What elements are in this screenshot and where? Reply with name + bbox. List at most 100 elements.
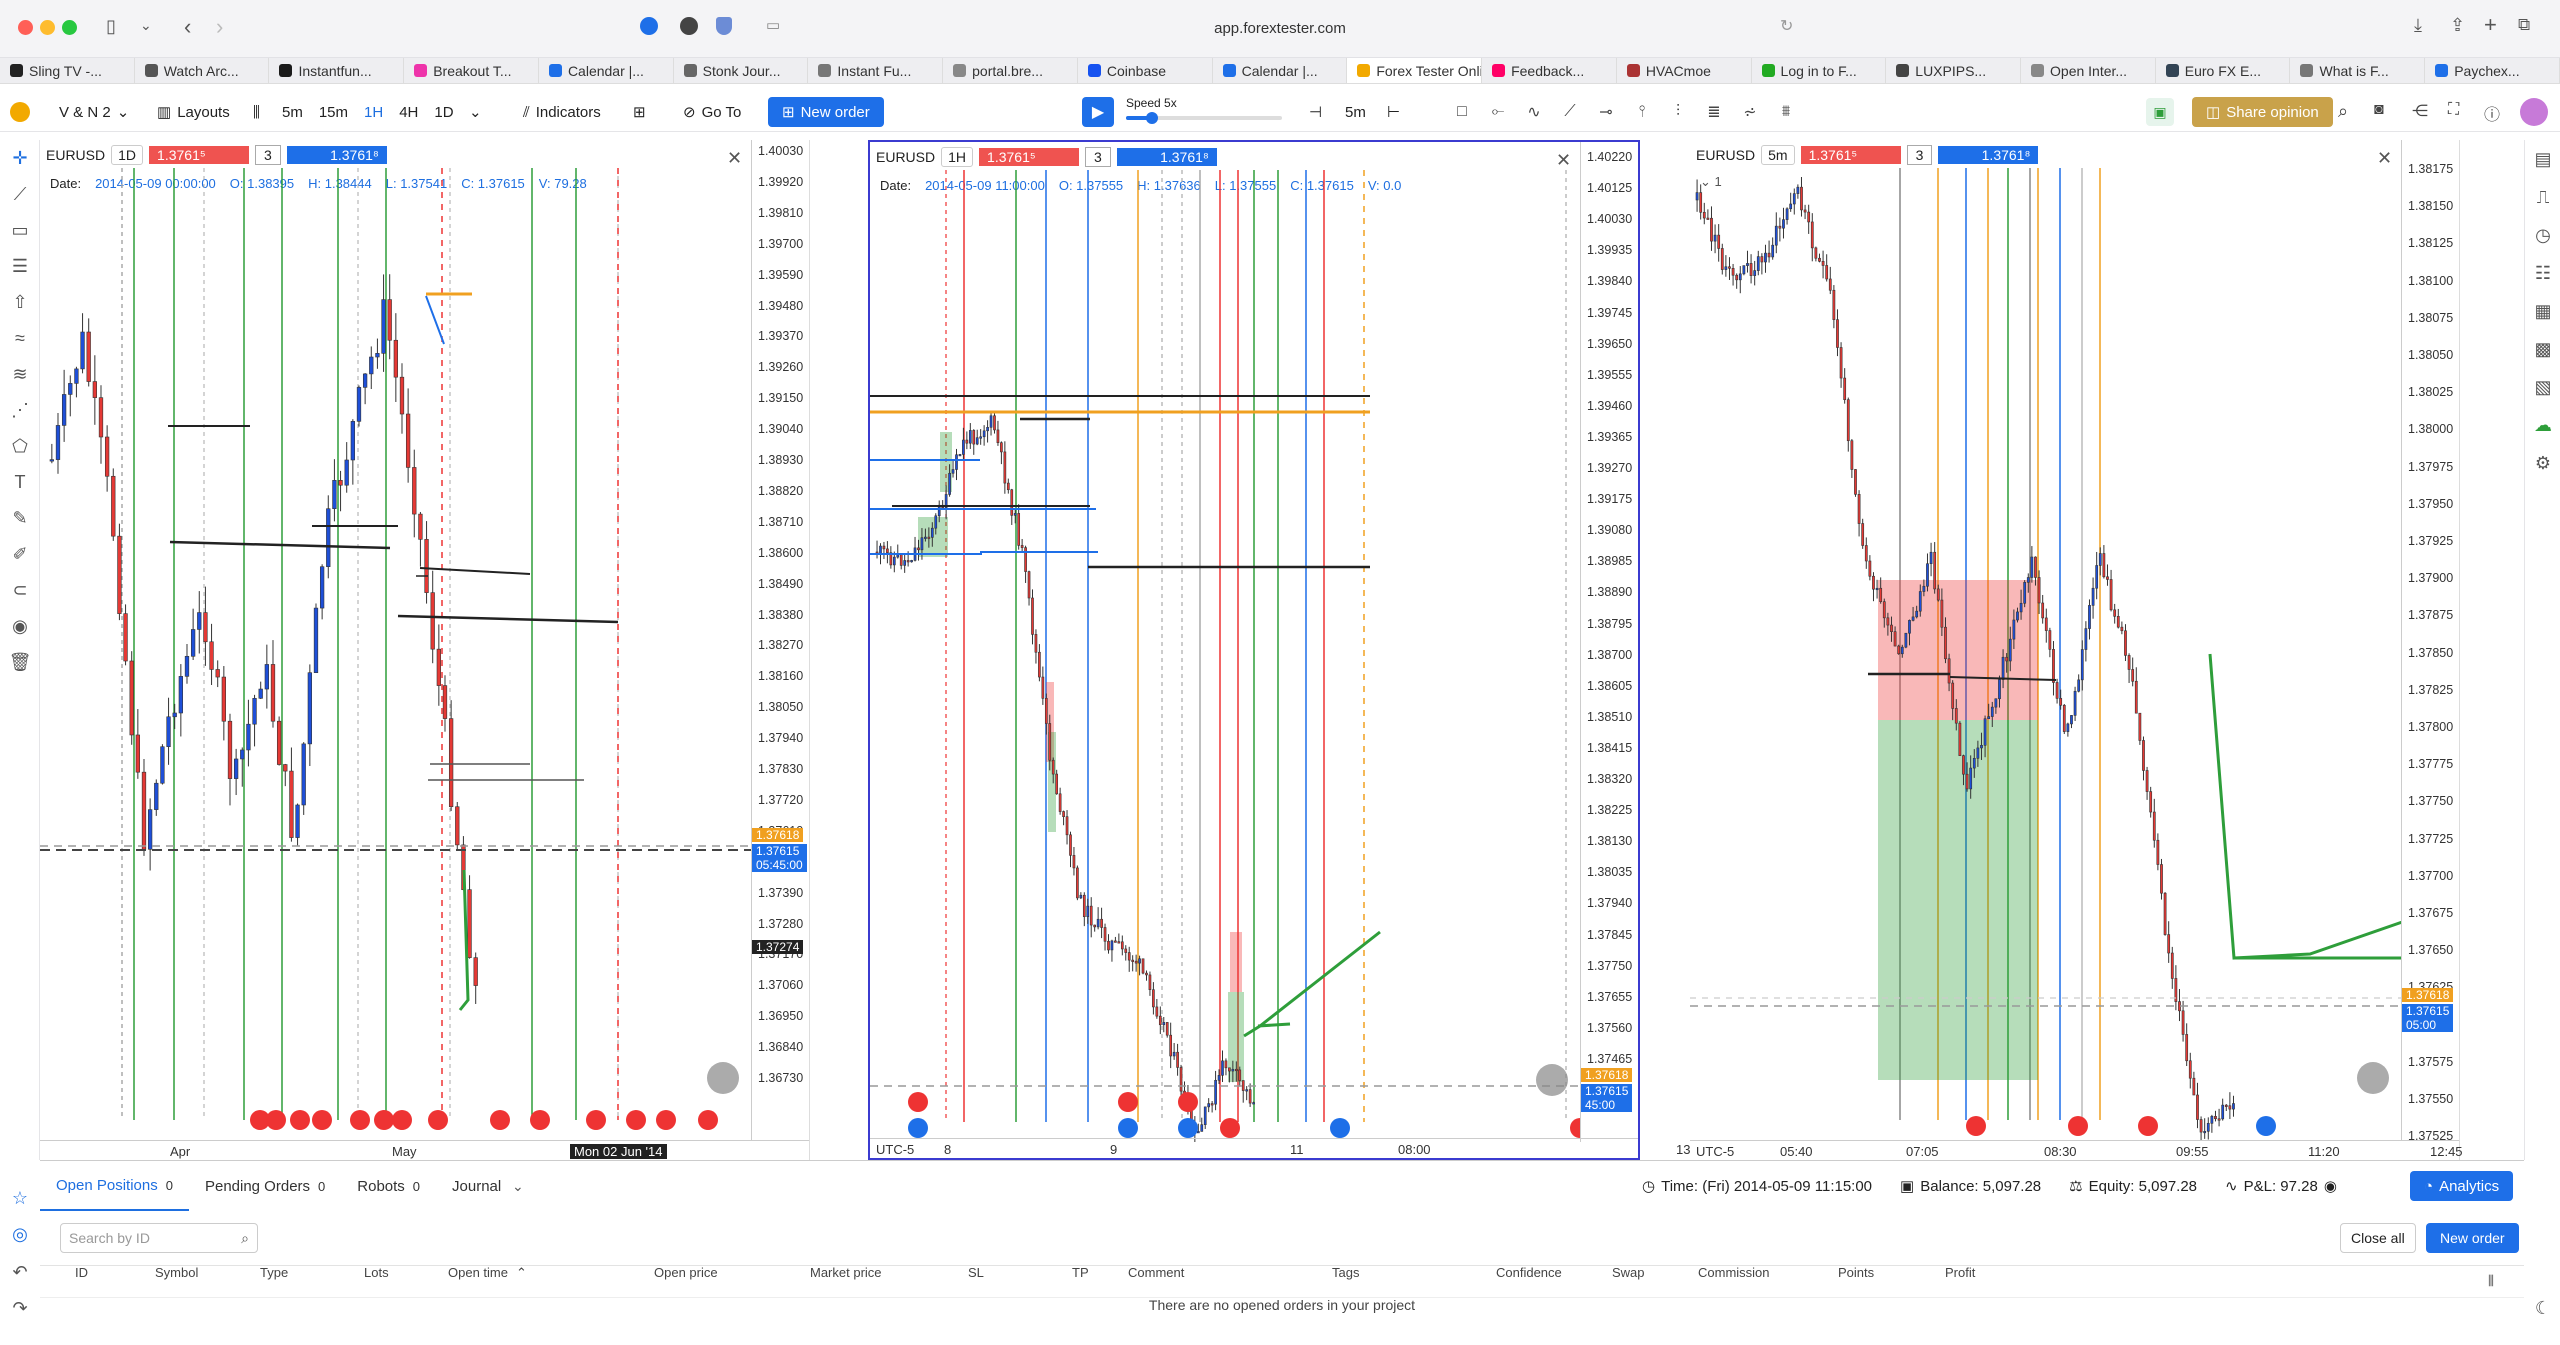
- price-axis[interactable]: 1.40030 1.39920 1.39810 1.39700 1.39590 1.394…: [751, 140, 809, 1140]
- scroll-to-end-icon[interactable]: [1536, 1064, 1568, 1096]
- chevron-down-icon[interactable]: ⌄: [140, 17, 152, 34]
- candle[interactable]: [906, 560, 910, 563]
- candle[interactable]: [129, 660, 134, 736]
- candle[interactable]: [2142, 740, 2145, 771]
- candle[interactable]: [1882, 601, 1886, 619]
- candle[interactable]: [1038, 651, 1041, 678]
- candle[interactable]: [1252, 1102, 1255, 1105]
- fib-levels-icon[interactable]: ≣: [1698, 102, 1730, 122]
- candle[interactable]: [362, 373, 368, 388]
- browser-tab[interactable]: Forex Tester Online: [1347, 58, 1483, 83]
- price-axis[interactable]: 1.40220 1.40125 1.40030 1.39935 1.39840 1.397…: [1580, 142, 1638, 1142]
- search-input[interactable]: Search by ID ⌕: [60, 1223, 258, 1253]
- candle[interactable]: [2005, 656, 2009, 662]
- candle[interactable]: [1152, 989, 1155, 1008]
- candle[interactable]: [927, 536, 931, 539]
- candle[interactable]: [1940, 599, 1944, 628]
- candle[interactable]: [1207, 1103, 1211, 1108]
- candle[interactable]: [393, 339, 398, 378]
- candle[interactable]: [965, 439, 969, 444]
- play-button[interactable]: ▶: [1082, 97, 1114, 127]
- chart-pane-5min[interactable]: EURUSD 5m 1.3761⁵ 3 1.3761⁸ ⌄ 1 ✕ 1.38175 1.3815…: [1690, 140, 2463, 1160]
- columns-settings-icon[interactable]: ⫼: [2488, 1273, 2494, 1289]
- candle[interactable]: [1155, 1006, 1159, 1017]
- candle[interactable]: [1013, 513, 1017, 516]
- candle[interactable]: [1148, 974, 1152, 991]
- timeframe-1H[interactable]: 1H: [356, 97, 391, 127]
- trash-icon[interactable]: 🗑: [0, 644, 40, 680]
- redo-icon[interactable]: ↷: [0, 1290, 40, 1326]
- candle[interactable]: [2214, 1116, 2217, 1120]
- projection-line[interactable]: [1257, 1022, 1291, 1028]
- candle[interactable]: [289, 770, 294, 838]
- candle[interactable]: [387, 299, 392, 341]
- magnet-icon[interactable]: ⊂: [0, 572, 40, 608]
- candle[interactable]: [2066, 723, 2070, 732]
- candle[interactable]: [2088, 605, 2091, 629]
- time-axis[interactable]: UTC-5 05:40 07:05 08:30 09:55 11:20 12:45: [1690, 1140, 2463, 1160]
- candle[interactable]: [1915, 610, 1919, 618]
- candle[interactable]: [1904, 632, 1908, 648]
- minimize-window-button[interactable]: [40, 20, 55, 35]
- horizontal-ray-icon[interactable]: ⟜: [1482, 103, 1514, 121]
- candle[interactable]: [301, 743, 306, 806]
- candle[interactable]: [1017, 513, 1021, 546]
- candle[interactable]: [948, 472, 951, 495]
- candle[interactable]: [448, 718, 454, 808]
- candle[interactable]: [982, 430, 986, 438]
- browser-tab[interactable]: Calendar |...: [1213, 58, 1348, 83]
- candle[interactable]: [1994, 698, 1998, 708]
- close-window-button[interactable]: [18, 20, 33, 35]
- candle[interactable]: [2149, 791, 2153, 813]
- projection-line[interactable]: [458, 869, 470, 1011]
- step-size[interactable]: 5m: [1336, 97, 1375, 127]
- candle[interactable]: [233, 758, 239, 779]
- candle[interactable]: [2156, 839, 2160, 865]
- candle[interactable]: [993, 415, 996, 431]
- scroll-to-end-icon[interactable]: [2357, 1062, 2389, 1094]
- gift-icon[interactable]: ▣: [2146, 98, 2174, 126]
- candle[interactable]: [899, 554, 903, 566]
- candle[interactable]: [2073, 690, 2077, 716]
- candle[interactable]: [74, 368, 79, 384]
- browser-tab[interactable]: Paychex...: [2425, 58, 2560, 83]
- brush-tool-icon[interactable]: ✎: [0, 500, 40, 536]
- candle[interactable]: [1044, 698, 1048, 724]
- text-tool-icon[interactable]: T: [0, 464, 40, 500]
- projection-line[interactable]: [2208, 653, 2401, 960]
- browser-tab[interactable]: Euro FX E...: [2156, 58, 2291, 83]
- candle[interactable]: [123, 613, 128, 662]
- pattern-tool-icon[interactable]: ⋰: [0, 392, 40, 428]
- browser-tab[interactable]: Instantfun...: [269, 58, 405, 83]
- address-bar[interactable]: app.forextester.com: [1080, 10, 1480, 46]
- news-flag-icon[interactable]: [392, 1110, 412, 1130]
- candle[interactable]: [184, 655, 190, 677]
- rectangle-tool-icon[interactable]: ▭: [0, 212, 40, 248]
- browser-tab[interactable]: Open Inter...: [2021, 58, 2156, 83]
- candle[interactable]: [246, 723, 251, 751]
- candle[interactable]: [92, 381, 97, 398]
- candle[interactable]: [467, 889, 472, 958]
- candle[interactable]: [1031, 597, 1034, 635]
- candle[interactable]: [1196, 1131, 1200, 1134]
- candle[interactable]: [1134, 960, 1138, 964]
- candle[interactable]: [2091, 587, 2095, 606]
- cloud-icon[interactable]: ☁: [2525, 406, 2560, 444]
- candle[interactable]: [1241, 1080, 1245, 1091]
- clock-icon[interactable]: ◷: [2525, 216, 2560, 254]
- candle[interactable]: [240, 749, 245, 760]
- candle[interactable]: [1839, 347, 1843, 379]
- candle[interactable]: [896, 554, 900, 558]
- column-header[interactable]: Confidence: [1496, 1265, 1562, 1280]
- candle[interactable]: [2181, 1010, 2185, 1035]
- layouts-button[interactable]: ▥ Layouts: [148, 97, 239, 127]
- timeframe-15m[interactable]: 15m: [311, 97, 356, 127]
- news-flag-icon[interactable]: [1118, 1092, 1138, 1112]
- candle[interactable]: [172, 712, 177, 718]
- column-header[interactable]: Tags: [1332, 1265, 1359, 1280]
- candle[interactable]: [1200, 1124, 1204, 1132]
- candle[interactable]: [1825, 265, 1829, 280]
- candle[interactable]: [1710, 217, 1713, 242]
- candle[interactable]: [2048, 630, 2052, 650]
- candle[interactable]: [86, 331, 91, 382]
